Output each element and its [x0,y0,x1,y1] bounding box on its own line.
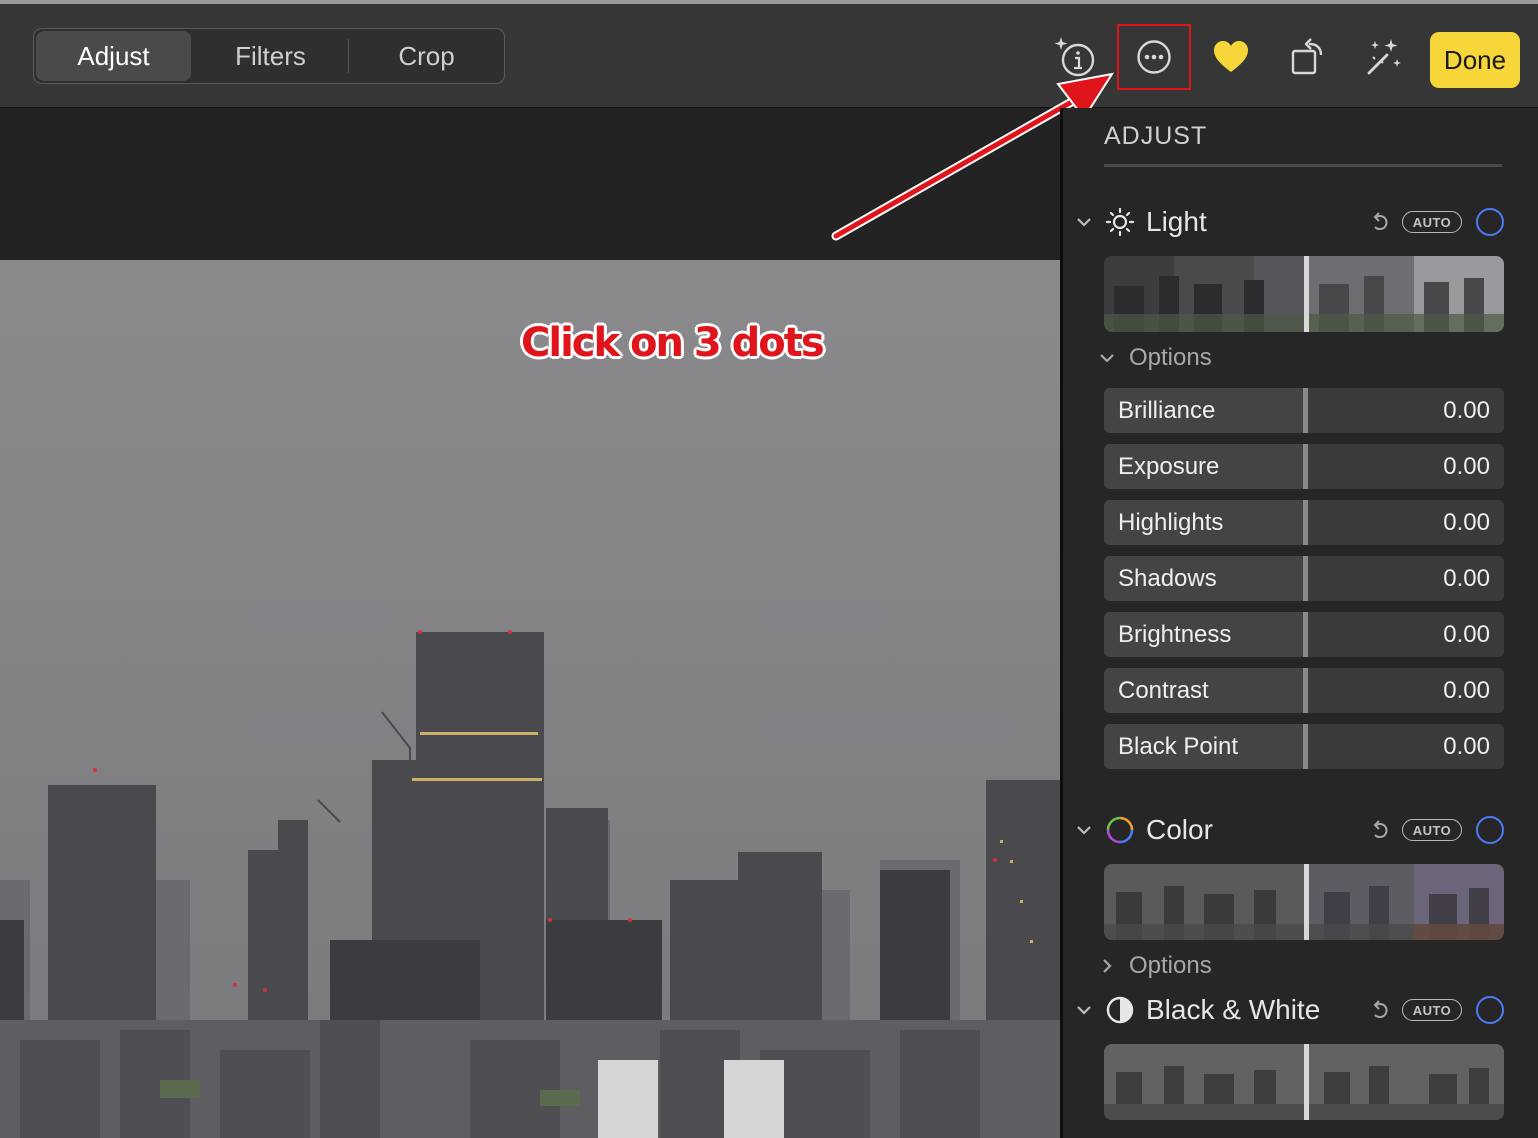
sidebar-title-rule [1104,164,1502,167]
slider-value: 0.00 [1443,620,1490,648]
info-sparkle-icon[interactable] [1050,31,1102,83]
slider-value: 0.00 [1443,452,1490,480]
section-toggle[interactable] [1476,996,1504,1024]
slider-label: Exposure [1118,452,1220,480]
auto-button[interactable]: AUTO [1402,211,1462,233]
favorite-heart-icon[interactable] [1205,31,1257,83]
bw-preview-strip[interactable] [1104,1044,1504,1120]
slider-value: 0.00 [1443,564,1490,592]
highlights-slider[interactable]: Highlights 0.00 [1104,500,1504,545]
section-bw-header[interactable]: Black & White AUTO [1073,990,1513,1030]
exposure-slider[interactable]: Exposure 0.00 [1104,444,1504,489]
options-label: Options [1129,952,1212,979]
click-instruction-annotation: Click on 3 dots [521,320,825,366]
contrast-slider[interactable]: Contrast 0.00 [1104,668,1504,713]
auto-button[interactable]: AUTO [1402,819,1462,841]
brightness-slider[interactable]: Brightness 0.00 [1104,612,1504,657]
toolbar: Adjust Filters Crop Done [0,0,1538,108]
adjust-sidebar: ADJUST Light AUTO Options Brilliance 0.0… [1063,108,1538,1138]
section-light-label: Light [1146,206,1207,237]
tab-adjust[interactable]: Adjust [36,31,191,81]
photo-canvas: Click on 3 dots [0,108,1060,1138]
slider-label: Brilliance [1118,396,1216,424]
auto-button[interactable]: AUTO [1402,999,1462,1021]
chevron-down-icon[interactable] [1073,211,1095,233]
half-circle-icon [1105,995,1135,1025]
section-toggle[interactable] [1476,816,1504,844]
slider-label: Black Point [1118,732,1239,760]
slider-value: 0.00 [1443,732,1490,760]
slider-value: 0.00 [1443,396,1490,424]
color-preview-strip[interactable] [1104,864,1504,940]
auto-enhance-icon[interactable] [1357,31,1409,83]
rotate-icon[interactable] [1283,31,1335,83]
options-label: Options [1129,344,1212,371]
light-preview-strip[interactable] [1104,256,1504,332]
chevron-down-icon [1097,348,1117,368]
section-toggle[interactable] [1476,208,1504,236]
chevron-right-icon [1097,956,1117,976]
chevron-down-icon[interactable] [1073,819,1095,841]
sun-icon [1105,207,1135,237]
slider-label: Shadows [1118,564,1217,592]
color-options-toggle[interactable]: Options [1097,950,1212,982]
tab-crop[interactable]: Crop [349,29,504,83]
slider-value: 0.00 [1443,508,1490,536]
revert-icon[interactable] [1368,818,1392,842]
slider-label: Highlights [1118,508,1224,536]
section-light-header[interactable]: Light AUTO [1073,202,1513,242]
section-color-header[interactable]: Color AUTO [1073,810,1513,850]
slider-value: 0.00 [1443,676,1490,704]
shadows-slider[interactable]: Shadows 0.00 [1104,556,1504,601]
slider-label: Contrast [1118,676,1209,704]
mode-segmented-control: Adjust Filters Crop [33,28,505,84]
city-skyline-photo [0,260,1060,1138]
revert-icon[interactable] [1368,210,1392,234]
color-wheel-icon [1105,815,1135,845]
sidebar-title: ADJUST [1104,122,1208,150]
black-point-slider[interactable]: Black Point 0.00 [1104,724,1504,769]
revert-icon[interactable] [1368,998,1392,1022]
slider-label: Brightness [1118,620,1232,648]
chevron-down-icon[interactable] [1073,999,1095,1021]
section-bw-label: Black & White [1146,994,1321,1025]
tab-filters[interactable]: Filters [193,29,348,83]
section-color-label: Color [1146,814,1213,845]
brilliance-slider[interactable]: Brilliance 0.00 [1104,388,1504,433]
light-options-toggle[interactable]: Options [1097,342,1212,374]
more-options-highlight [1117,24,1191,90]
done-button[interactable]: Done [1430,32,1520,88]
